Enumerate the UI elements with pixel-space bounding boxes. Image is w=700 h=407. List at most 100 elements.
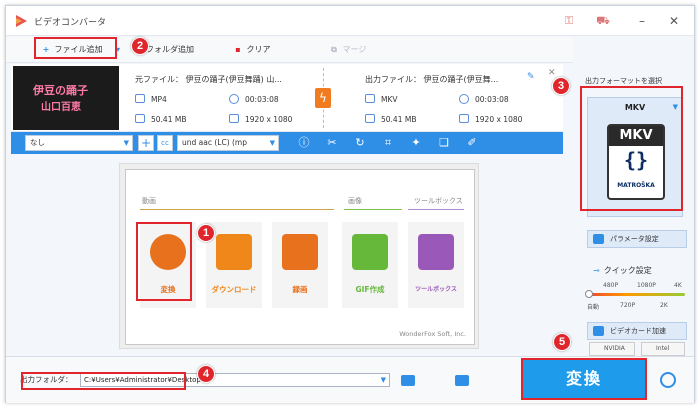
output-size: 50.41 MB: [365, 114, 416, 124]
output-duration: 00:03:08: [459, 94, 509, 104]
size-icon: [135, 114, 145, 123]
record-tile[interactable]: 録画: [272, 222, 328, 308]
output-format-title: 出力フォーマットを選択: [585, 77, 662, 85]
quick-settings-label: クイック設定: [603, 266, 652, 275]
section-video-line: [140, 209, 334, 210]
clear-button[interactable]: ▪ クリア: [232, 43, 271, 57]
quality-label: 480P: [603, 282, 619, 289]
highlight-output-folder: [21, 372, 186, 390]
section-image-line: [344, 209, 402, 210]
edit-icon[interactable]: ✎: [527, 72, 535, 82]
file-icon: [365, 94, 375, 103]
watermark-icon[interactable]: ❏: [437, 136, 451, 150]
edit-pencil-icon[interactable]: ✐: [465, 136, 479, 150]
source-duration-value: 00:03:08: [245, 95, 279, 104]
toolbox-icon: [418, 234, 454, 270]
add-subtitle-button[interactable]: +: [138, 135, 154, 151]
download-tile-label: ダウンロード: [211, 285, 257, 294]
resolution-icon: [229, 114, 239, 123]
source-format: MP4: [135, 94, 167, 104]
quality-label: 720P: [620, 302, 636, 309]
output-file-label: 出力ファイル： 伊豆の踊子(伊豆舞...: [365, 75, 499, 84]
cut-icon[interactable]: ✂: [325, 136, 339, 150]
intel-label: Intel: [656, 345, 670, 352]
output-resolution: 1920 x 1080: [459, 114, 522, 124]
monitor-icon: [282, 234, 318, 270]
cc-icon[interactable]: cc: [157, 135, 173, 151]
record-tile-label: 録画: [292, 285, 308, 294]
minimize-button[interactable]: –: [634, 13, 650, 29]
parameter-settings-label: パラメータ設定: [610, 235, 659, 243]
source-resolution: 1920 x 1080: [229, 114, 292, 124]
chip-icon: [593, 326, 604, 336]
toolbox-tile[interactable]: ツールボックス: [408, 222, 464, 308]
remove-file-icon[interactable]: ✕: [548, 68, 556, 78]
parameter-settings-button[interactable]: パラメータ設定: [587, 230, 687, 248]
highlight-convert-tile: [136, 222, 192, 301]
trash-icon: ▪: [235, 45, 241, 54]
output-format: MKV: [365, 94, 398, 104]
section-toolbox-label: ツールボックス: [414, 197, 463, 205]
cart-icon[interactable]: ⛟: [596, 14, 610, 28]
quality-slider[interactable]: [585, 290, 685, 298]
merge-button[interactable]: ⧉ マージ: [328, 43, 366, 57]
highlight-add-file: [34, 37, 117, 59]
merge-label: マージ: [342, 45, 367, 54]
source-duration: 00:03:08: [229, 94, 279, 104]
subtitle-select[interactable]: なし ▼: [25, 135, 133, 151]
nvidia-label: NVIDIA: [604, 345, 625, 352]
highlight-convert-button: [521, 358, 647, 400]
marker-5: 5: [553, 333, 571, 351]
effects-icon[interactable]: ✦: [409, 136, 423, 150]
info-icon[interactable]: ⓘ: [297, 136, 311, 150]
clock-icon: [229, 94, 239, 104]
quality-label: 2K: [660, 302, 668, 309]
marker-1: 1: [197, 224, 215, 242]
key-icon[interactable]: ⚿: [562, 14, 576, 28]
intel-option[interactable]: Intel: [641, 342, 685, 356]
clock-icon: [459, 94, 469, 104]
gif-maker-tile[interactable]: GIF作成: [342, 222, 398, 308]
output-duration-value: 00:03:08: [475, 95, 509, 104]
chevron-down-icon: ▼: [123, 139, 129, 147]
file-icon: [135, 94, 145, 103]
highlight-format-box: [580, 86, 683, 211]
settings-icon: [593, 234, 604, 244]
browse-folder-icon[interactable]: [401, 375, 415, 386]
lightning-icon: ϟ: [315, 88, 331, 108]
marker-4: 4: [197, 365, 215, 383]
clear-label: クリア: [246, 45, 271, 54]
quality-slider-knob[interactable]: [585, 290, 593, 298]
source-size-value: 50.41 MB: [151, 115, 187, 124]
marker-2: 2: [131, 37, 149, 55]
resolution-icon: [459, 114, 469, 123]
toolbox-tile-label: ツールボックス: [415, 286, 457, 293]
source-size: 50.41 MB: [135, 114, 186, 124]
gpu-acceleration-button[interactable]: ビデオカード加速: [587, 322, 687, 340]
close-button[interactable]: ✕: [666, 13, 682, 29]
add-folder-button[interactable]: フォルダ追加: [146, 43, 194, 57]
quality-label: 4K: [674, 282, 682, 289]
source-resolution-value: 1920 x 1080: [245, 115, 293, 124]
crop-icon[interactable]: ⌗: [381, 136, 395, 150]
image-icon: [352, 234, 388, 270]
file-row[interactable]: 伊豆の踊子 山口百恵 元ファイル： 伊豆の踊子(伊豆舞踊) 山... MP4 0…: [11, 64, 563, 132]
output-format-value: MKV: [381, 95, 398, 104]
alarm-clock-icon[interactable]: [660, 372, 676, 388]
chevron-down-icon: ▼: [269, 139, 275, 147]
audio-track-value: und aac (LC) (mp: [182, 138, 247, 147]
section-image-label: 画像: [348, 197, 362, 205]
slider-icon: ⊸: [593, 266, 600, 275]
gpu-acceleration-label: ビデオカード加速: [610, 327, 666, 335]
video-thumbnail[interactable]: 伊豆の踊子 山口百恵: [13, 66, 119, 130]
rotate-icon[interactable]: ↻: [353, 136, 367, 150]
open-folder-icon[interactable]: [455, 375, 469, 386]
section-video-label: 動画: [142, 197, 156, 205]
nvidia-option[interactable]: NVIDIA: [589, 342, 635, 356]
app-title: ビデオコンバータ: [34, 18, 107, 28]
audio-track-select[interactable]: und aac (LC) (mp ▼: [177, 135, 279, 151]
gif-maker-tile-label: GIF作成: [355, 285, 385, 294]
section-toolbox-line: [408, 209, 464, 210]
download-icon: [216, 234, 252, 270]
quality-label: 1080P: [637, 282, 656, 289]
